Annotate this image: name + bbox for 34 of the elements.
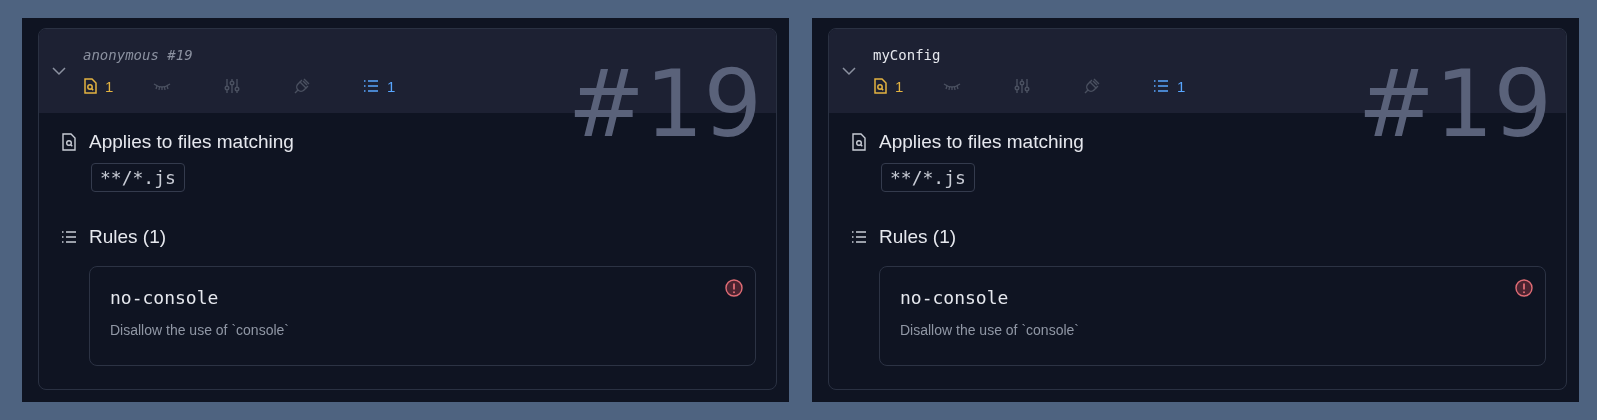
rule-name: no-console xyxy=(900,287,1010,308)
rule-description: Disallow the use of `console` xyxy=(110,322,290,338)
file-search-icon xyxy=(61,133,77,151)
section-heading: Rules (1) xyxy=(89,226,167,248)
config-title: anonymous #19 xyxy=(83,47,194,63)
plug-icon xyxy=(293,77,311,95)
chevron-icon[interactable] xyxy=(841,66,857,76)
rules-badge[interactable]: 1 xyxy=(1153,77,1223,95)
plug-icon xyxy=(1083,77,1101,95)
list-icon xyxy=(61,230,77,244)
rules-badge[interactable]: 1 xyxy=(363,77,433,95)
file-search-icon xyxy=(851,133,867,151)
list-icon xyxy=(363,79,379,93)
glob-pattern: **/*.js xyxy=(881,163,975,192)
closed-eye-icon xyxy=(943,81,961,91)
section-heading: Rules (1) xyxy=(879,226,957,248)
section-heading: Applies to files matching xyxy=(89,131,294,153)
file-search-icon xyxy=(873,78,887,94)
rule-description: Disallow the use of `console` xyxy=(900,322,1080,338)
error-icon xyxy=(725,279,743,297)
files-badge[interactable]: 1 xyxy=(83,77,153,95)
sliders-icon xyxy=(223,77,241,95)
glob-pattern: **/*.js xyxy=(91,163,185,192)
rule-name: no-console xyxy=(110,287,220,308)
section-heading: Applies to files matching xyxy=(879,131,1084,153)
error-icon xyxy=(1515,279,1533,297)
config-title: myConfig xyxy=(873,47,942,63)
sliders-icon xyxy=(1013,77,1031,95)
file-search-icon xyxy=(83,78,97,94)
files-badge[interactable]: 1 xyxy=(873,77,943,95)
list-icon xyxy=(1153,79,1169,93)
closed-eye-icon xyxy=(153,81,171,91)
chevron-icon[interactable] xyxy=(51,66,67,76)
list-icon xyxy=(851,230,867,244)
